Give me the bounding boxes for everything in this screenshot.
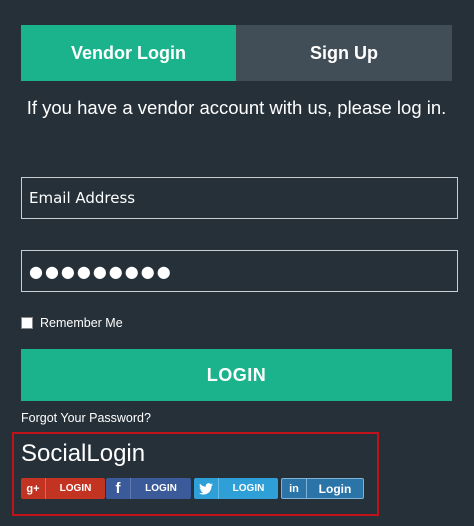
facebook-icon: f [106, 478, 131, 499]
remember-me-checkbox[interactable] [21, 317, 33, 329]
login-button[interactable]: LOGIN [21, 349, 452, 401]
facebook-login-button[interactable]: f LOGIN [106, 478, 191, 499]
twitter-login-button[interactable]: LOGIN [194, 478, 278, 499]
google-login-label: LOGIN [59, 483, 92, 494]
intro-text: If you have a vendor account with us, pl… [26, 97, 447, 118]
remember-me-label: Remember Me [40, 316, 123, 330]
google-plus-icon: g+ [21, 478, 46, 499]
google-login-button[interactable]: g+ LOGIN [21, 478, 105, 499]
facebook-login-label: LOGIN [145, 483, 177, 494]
login-tabs: Vendor Login Sign Up [21, 25, 452, 81]
tab-vendor-login[interactable]: Vendor Login [21, 25, 236, 81]
linkedin-icon: in [282, 478, 307, 499]
social-login-title: SocialLogin [21, 440, 146, 467]
twitter-icon [194, 478, 219, 499]
linkedin-login-label: Login [318, 481, 352, 496]
linkedin-login-button[interactable]: in Login [281, 478, 364, 499]
password-field[interactable] [21, 250, 458, 292]
forgot-password-link[interactable]: Forgot Your Password? [21, 411, 151, 425]
remember-me[interactable]: Remember Me [21, 316, 123, 330]
email-field[interactable] [21, 177, 458, 219]
twitter-login-label: LOGIN [232, 483, 265, 494]
tab-sign-up[interactable]: Sign Up [236, 25, 452, 81]
